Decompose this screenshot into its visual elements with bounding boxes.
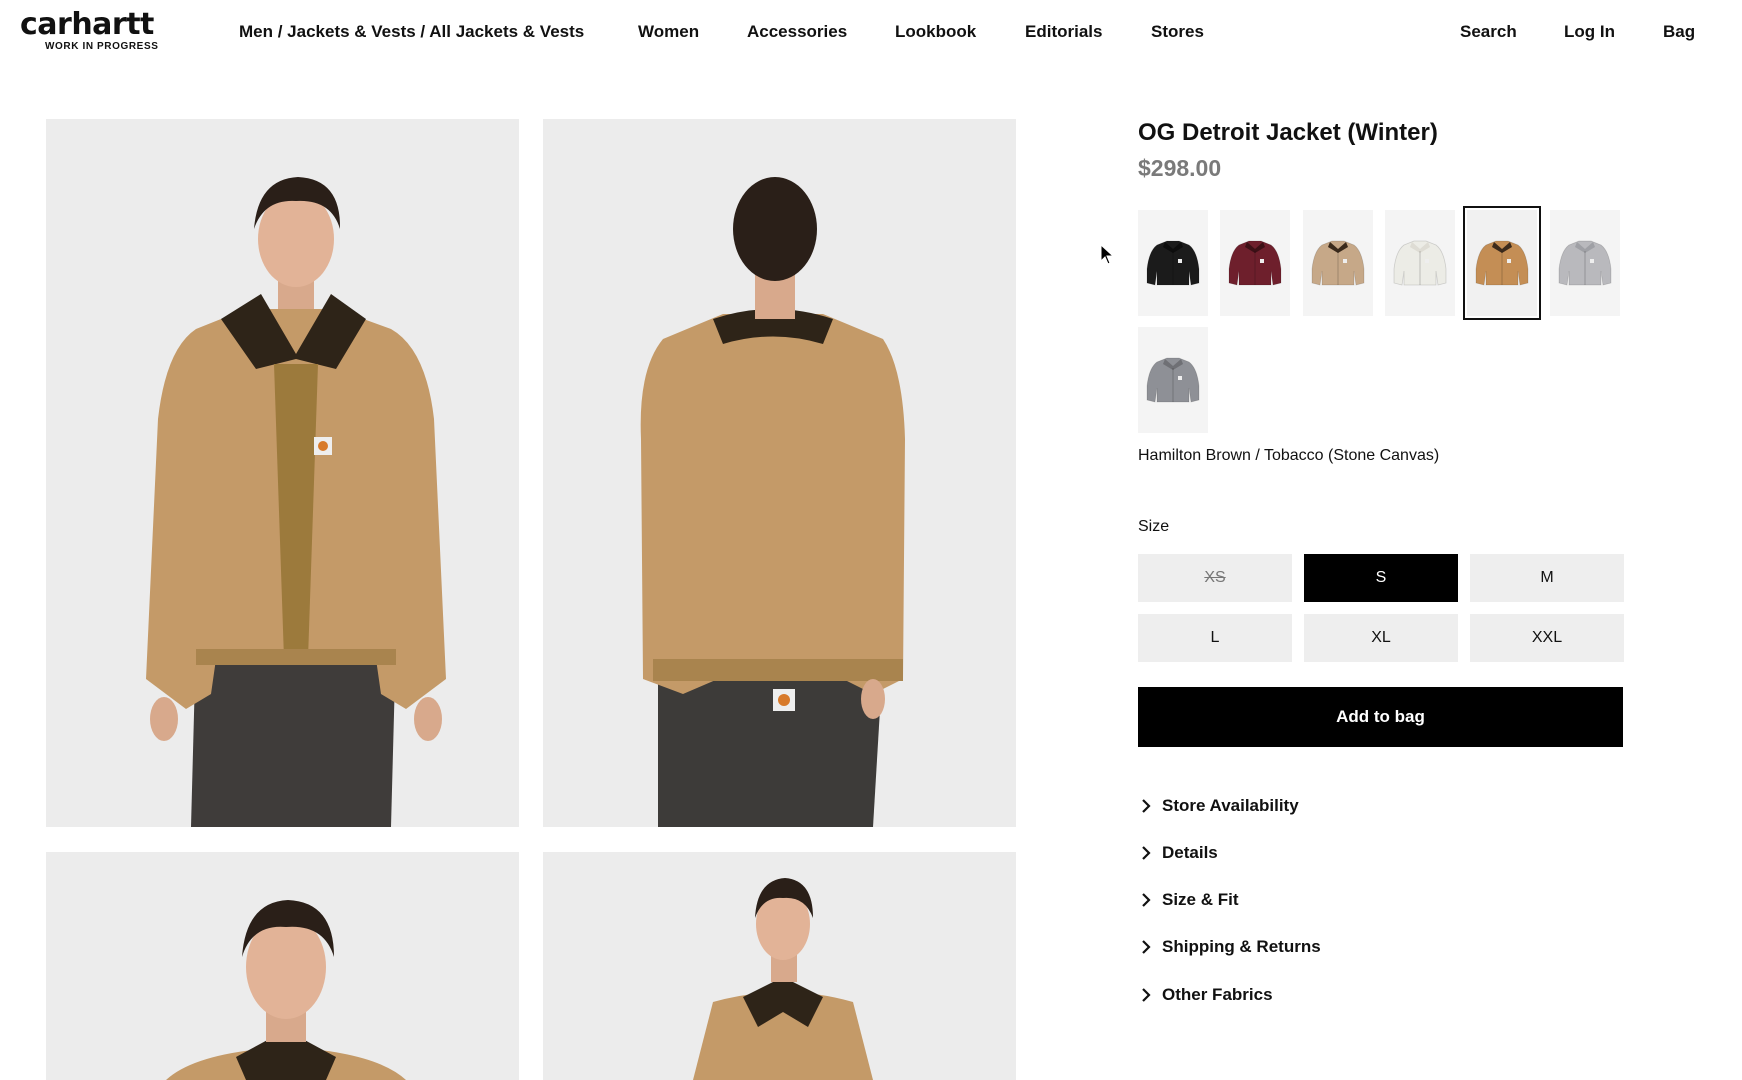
color-swatch-wax[interactable] bbox=[1385, 210, 1455, 316]
chevron-right-icon bbox=[1142, 846, 1151, 860]
product-price: $298.00 bbox=[1138, 155, 1222, 181]
model-portrait-figure bbox=[46, 852, 519, 1080]
accordion-label: Size & Fit bbox=[1162, 890, 1239, 909]
size-button-xs[interactable]: XS bbox=[1138, 554, 1292, 602]
accordion-store-availability[interactable]: Store Availability bbox=[1138, 794, 1299, 818]
carhartt-logo[interactable]: carhartt WORK IN PROGRESS bbox=[20, 7, 192, 53]
size-button-m[interactable]: M bbox=[1470, 554, 1624, 602]
nav-item-lookbook[interactable]: Lookbook bbox=[895, 22, 976, 42]
site-header: carhartt WORK IN PROGRESS Men / Jackets … bbox=[0, 0, 1742, 64]
size-button-xl[interactable]: XL bbox=[1304, 614, 1458, 662]
accordion-shipping-returns[interactable]: Shipping & Returns bbox=[1138, 935, 1321, 959]
model-front-figure bbox=[46, 119, 519, 827]
selected-color-name: Hamilton Brown / Tobacco (Stone Canvas) bbox=[1138, 447, 1440, 464]
mouse-cursor-icon bbox=[1100, 244, 1114, 265]
chevron-right-icon bbox=[1142, 940, 1151, 954]
accordion-label: Other Fabrics bbox=[1162, 985, 1273, 1004]
jacket-thumbnail-icon bbox=[1228, 240, 1282, 286]
nav-item-women[interactable]: Women bbox=[638, 22, 699, 42]
product-image-front[interactable] bbox=[46, 119, 519, 827]
nav-item-editorials[interactable]: Editorials bbox=[1025, 22, 1102, 42]
jacket-thumbnail-icon bbox=[1475, 240, 1529, 286]
accordion-label: Details bbox=[1162, 843, 1218, 862]
color-swatch-light-grey[interactable] bbox=[1550, 210, 1620, 316]
login-link[interactable]: Log In bbox=[1564, 22, 1615, 42]
bag-link[interactable]: Bag bbox=[1663, 22, 1695, 42]
size-button-l[interactable]: L bbox=[1138, 614, 1292, 662]
accordion-label: Store Availability bbox=[1162, 796, 1299, 815]
jacket-thumbnail-icon bbox=[1558, 240, 1612, 286]
chevron-right-icon bbox=[1142, 799, 1151, 813]
search-link[interactable]: Search bbox=[1460, 22, 1517, 42]
logo-wordmark: carhartt bbox=[20, 7, 154, 42]
add-to-bag-button[interactable]: Add to bag bbox=[1138, 687, 1623, 747]
accordion-details[interactable]: Details bbox=[1138, 841, 1218, 865]
nav-breadcrumb-men[interactable]: Men / Jackets & Vests / All Jackets & Ve… bbox=[239, 22, 584, 42]
chevron-right-icon bbox=[1142, 988, 1151, 1002]
model-back-figure bbox=[543, 119, 1016, 827]
product-image-detail-2[interactable] bbox=[543, 852, 1016, 1080]
product-image-detail-1[interactable] bbox=[46, 852, 519, 1080]
model-far-figure bbox=[543, 852, 1016, 1080]
accordion-size-fit[interactable]: Size & Fit bbox=[1138, 888, 1239, 912]
color-swatch-black[interactable] bbox=[1138, 210, 1208, 316]
color-swatch-dusty-hamilton[interactable] bbox=[1303, 210, 1373, 316]
size-label: Size bbox=[1138, 518, 1170, 535]
jacket-thumbnail-icon bbox=[1311, 240, 1365, 286]
jacket-thumbnail-icon bbox=[1146, 357, 1200, 403]
color-swatch-grey[interactable] bbox=[1138, 327, 1208, 433]
color-swatch-hamilton-brown-tobacco[interactable] bbox=[1463, 206, 1541, 320]
nav-item-stores[interactable]: Stores bbox=[1151, 22, 1204, 42]
size-button-xxl[interactable]: XXL bbox=[1470, 614, 1624, 662]
size-button-s[interactable]: S bbox=[1304, 554, 1458, 602]
accordion-other-fabrics[interactable]: Other Fabrics bbox=[1138, 983, 1273, 1007]
nav-item-accessories[interactable]: Accessories bbox=[747, 22, 847, 42]
product-title: OG Detroit Jacket (Winter) bbox=[1138, 119, 1438, 146]
chevron-right-icon bbox=[1142, 893, 1151, 907]
logo-tagline: WORK IN PROGRESS bbox=[45, 41, 159, 52]
accordion-label: Shipping & Returns bbox=[1162, 937, 1321, 956]
product-image-back[interactable] bbox=[543, 119, 1016, 827]
jacket-thumbnail-icon bbox=[1146, 240, 1200, 286]
jacket-thumbnail-icon bbox=[1393, 240, 1447, 286]
color-swatch-burgundy[interactable] bbox=[1220, 210, 1290, 316]
